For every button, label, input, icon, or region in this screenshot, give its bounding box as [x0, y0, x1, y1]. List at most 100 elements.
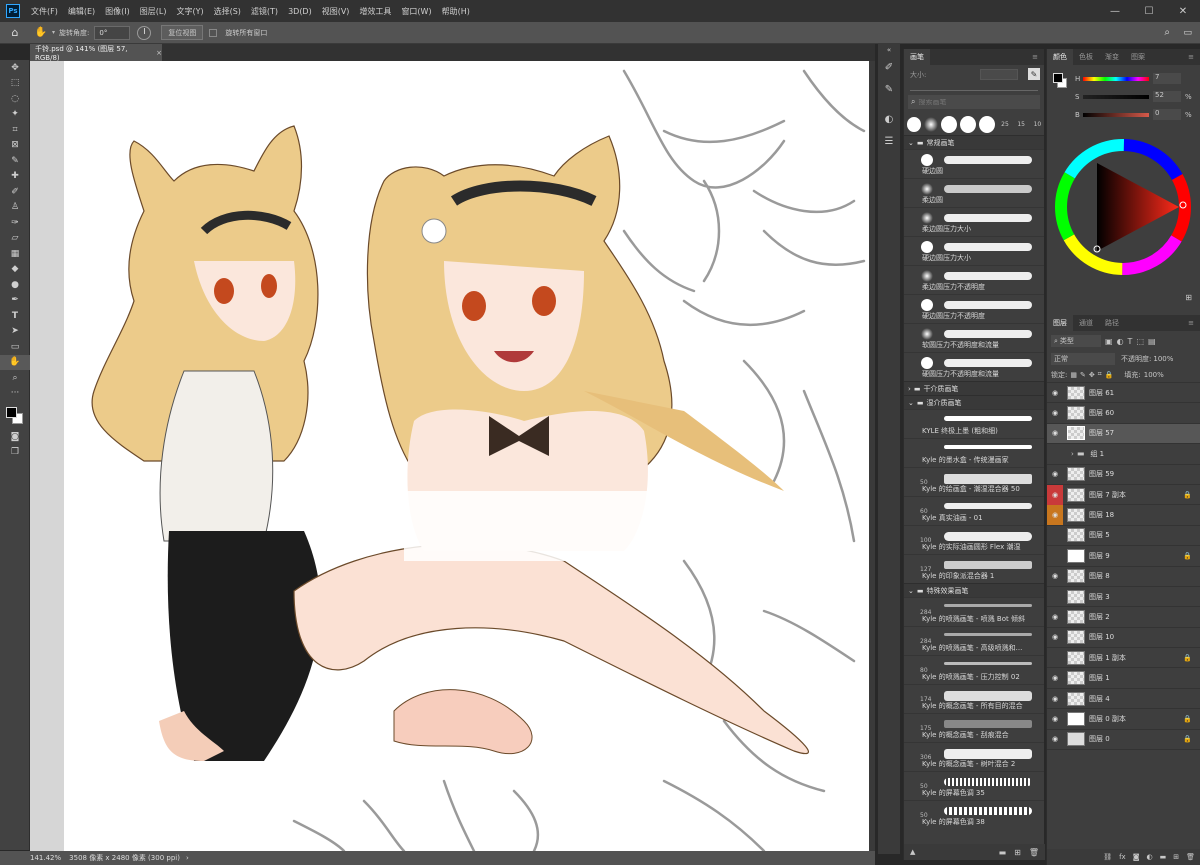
blur-tool-icon[interactable]: ◆ [0, 262, 30, 278]
layer-row[interactable]: ◉ 图层 2 [1047, 607, 1200, 628]
history-brush-icon[interactable]: ✑ [0, 215, 30, 231]
brush-group-general[interactable]: ⌄ ▬ 常规画笔 [904, 135, 1044, 149]
eye-icon[interactable]: ◉ [1047, 505, 1063, 526]
layer-row[interactable]: 图层 3 [1047, 587, 1200, 608]
brush-settings-icon[interactable]: ✎ [878, 78, 900, 100]
eye-icon[interactable]: ◉ [1047, 429, 1063, 437]
layer-row[interactable]: ◉ 图层 7 副本 🔒 [1047, 484, 1200, 506]
menu-image[interactable]: 图像(I) [100, 6, 135, 17]
preset-brush[interactable] [960, 115, 977, 133]
brush-item[interactable]: 127 Kyle 的印象派混合器 1 [904, 554, 1044, 583]
adjustment-layer-icon[interactable]: ◐ [1147, 853, 1153, 861]
trash-icon[interactable]: 🗑 [1186, 853, 1195, 861]
hand-tool-icon[interactable]: ✋ [0, 354, 30, 370]
filter-pixel-icon[interactable]: ▣ [1105, 337, 1113, 346]
tab-gradients[interactable]: 渐变 [1099, 49, 1125, 65]
panel-menu-icon[interactable]: ≡ [1182, 315, 1200, 331]
stamp-tool-icon[interactable]: ♙ [0, 200, 30, 216]
brush-item[interactable]: 175 Kyle 的概念画笔 - 刮痕混合 [904, 713, 1044, 742]
menu-view[interactable]: 视图(V) [317, 6, 355, 17]
brush-size-input[interactable] [980, 69, 1018, 80]
adjustments-icon[interactable]: ◐ [878, 108, 900, 130]
brush-item[interactable]: 284 Kyle 的喷溅画笔 - 高级喷溅和... [904, 626, 1044, 655]
hue-input[interactable]: 7 [1153, 73, 1181, 84]
tab-paths[interactable]: 路径 [1099, 315, 1125, 331]
filter-adjust-icon[interactable]: ◐ [1117, 337, 1124, 346]
eye-icon[interactable]: ◉ [1047, 633, 1063, 641]
layer-row[interactable]: ◉ 图层 0 副本 🔒 [1047, 709, 1200, 730]
marquee-tool-icon[interactable]: ⬚ [0, 76, 30, 92]
tab-brushes[interactable]: 画笔 [904, 49, 930, 65]
brush-item[interactable]: 硬边圆压力大小 [904, 236, 1044, 265]
healing-tool-icon[interactable]: ✚ [0, 169, 30, 185]
eraser-tool-icon[interactable]: ▱ [0, 231, 30, 247]
add-swatch-icon[interactable]: ⊞ [1185, 293, 1192, 302]
preset-size[interactable]: 25 [998, 121, 1011, 128]
brush-item[interactable]: 50 Kyle 的屏幕色调 35 [904, 771, 1044, 800]
properties-icon[interactable]: ☰ [878, 130, 900, 152]
lock-artboard-icon[interactable]: ⌗ [1098, 370, 1102, 379]
brush-item[interactable]: 硬圆压力不透明度和流量 [904, 352, 1044, 381]
gradient-tool-icon[interactable]: ▦ [0, 246, 30, 262]
preset-brush[interactable] [907, 116, 922, 132]
brush-item[interactable]: 软圆压力不透明度和流量 [904, 323, 1044, 352]
eye-icon[interactable]: ◉ [1047, 389, 1063, 397]
workspace-icon[interactable]: ▭ [1183, 28, 1192, 38]
menu-3d[interactable]: 3D(D) [283, 7, 317, 16]
lock-position-icon[interactable]: ✥ [1089, 371, 1095, 379]
foreground-color-swatch[interactable] [6, 407, 17, 418]
menu-type[interactable]: 文字(Y) [171, 6, 208, 17]
eye-icon[interactable]: ◉ [1047, 695, 1063, 703]
link-icon[interactable]: ⛓ [1103, 853, 1112, 861]
brush-item[interactable]: 100 Kyle 的实际油画圆形 Flex 潮湿 [904, 525, 1044, 554]
path-selection-icon[interactable]: ➤ [0, 324, 30, 340]
document-tab[interactable]: 千铃.psd @ 141% (图层 57, RGB/8) × [30, 44, 162, 62]
trash-icon[interactable]: 🗑 [1029, 848, 1039, 857]
tab-patterns[interactable]: 图案 [1125, 49, 1151, 65]
brush-item[interactable]: 174 Kyle 的概念画笔 - 所有目的混合 [904, 684, 1044, 713]
menu-filter[interactable]: 滤镜(T) [246, 6, 283, 17]
brush-item[interactable]: 306 Kyle 的概念画笔 - 树叶混合 2 [904, 742, 1044, 771]
zoom-level[interactable]: 141.42% [30, 854, 61, 862]
new-icon[interactable]: ⊞ [1014, 848, 1021, 857]
layer-row[interactable]: ◉ 图层 10 [1047, 628, 1200, 649]
lock-pixels-icon[interactable]: ✎ [1080, 371, 1086, 379]
preset-size[interactable]: 10 [1031, 121, 1044, 128]
brush-item[interactable]: 50 Kyle 的绘画盒 - 潮湿混合器 50 [904, 467, 1044, 496]
mask-icon[interactable]: ◙ [1133, 853, 1140, 861]
fill-input[interactable]: 100% [1144, 371, 1164, 379]
tab-layers[interactable]: 图层 [1047, 315, 1073, 331]
shape-tool-icon[interactable]: ▭ [0, 339, 30, 355]
panel-menu-icon[interactable]: ≡ [1182, 49, 1200, 65]
rotate-view-tool-icon[interactable]: ✋ [30, 27, 52, 38]
tab-color[interactable]: 颜色 [1047, 49, 1073, 65]
eye-icon[interactable]: ◉ [1047, 572, 1063, 580]
opacity-input[interactable]: 100% [1153, 355, 1173, 363]
menu-layer[interactable]: 图层(L) [135, 6, 172, 17]
saturation-slider[interactable] [1083, 95, 1149, 99]
layer-row[interactable]: 图层 5 [1047, 526, 1200, 547]
eyedropper-tool-icon[interactable]: ✎ [0, 153, 30, 169]
preset-brush[interactable] [941, 115, 958, 133]
layer-row[interactable]: ◉ 图层 59 [1047, 465, 1200, 485]
rotate-dial-icon[interactable] [137, 25, 152, 40]
layer-row[interactable]: ◉ 图层 0 🔒 [1047, 730, 1200, 751]
brush-size-slider[interactable] [910, 85, 1038, 91]
home-icon[interactable]: ⌂ [0, 26, 30, 39]
panel-menu-icon[interactable]: ≡ [1026, 49, 1044, 65]
canvas-area[interactable] [30, 61, 875, 851]
dodge-tool-icon[interactable]: ● [0, 277, 30, 293]
filter-shape-icon[interactable]: ⬚ [1136, 337, 1144, 346]
layer-row[interactable]: ◉ 图层 60 [1047, 403, 1200, 424]
preset-brush[interactable] [924, 116, 939, 132]
minimize-icon[interactable]: — [1098, 0, 1132, 22]
brush-tool-icon[interactable]: ✐ [0, 184, 30, 200]
color-swatches[interactable] [0, 401, 29, 429]
menu-edit[interactable]: 编辑(E) [63, 6, 100, 17]
more-tools-icon[interactable]: ··· [0, 386, 30, 402]
brush-item[interactable]: Kyle 的墨水盒 - 传统漫画家 [904, 438, 1044, 467]
layer-row[interactable]: ◉ 图层 1 [1047, 668, 1200, 689]
eye-icon[interactable]: ◉ [1047, 613, 1063, 621]
eye-icon[interactable]: ◉ [1047, 470, 1063, 478]
eye-icon[interactable]: ◉ [1047, 409, 1063, 417]
